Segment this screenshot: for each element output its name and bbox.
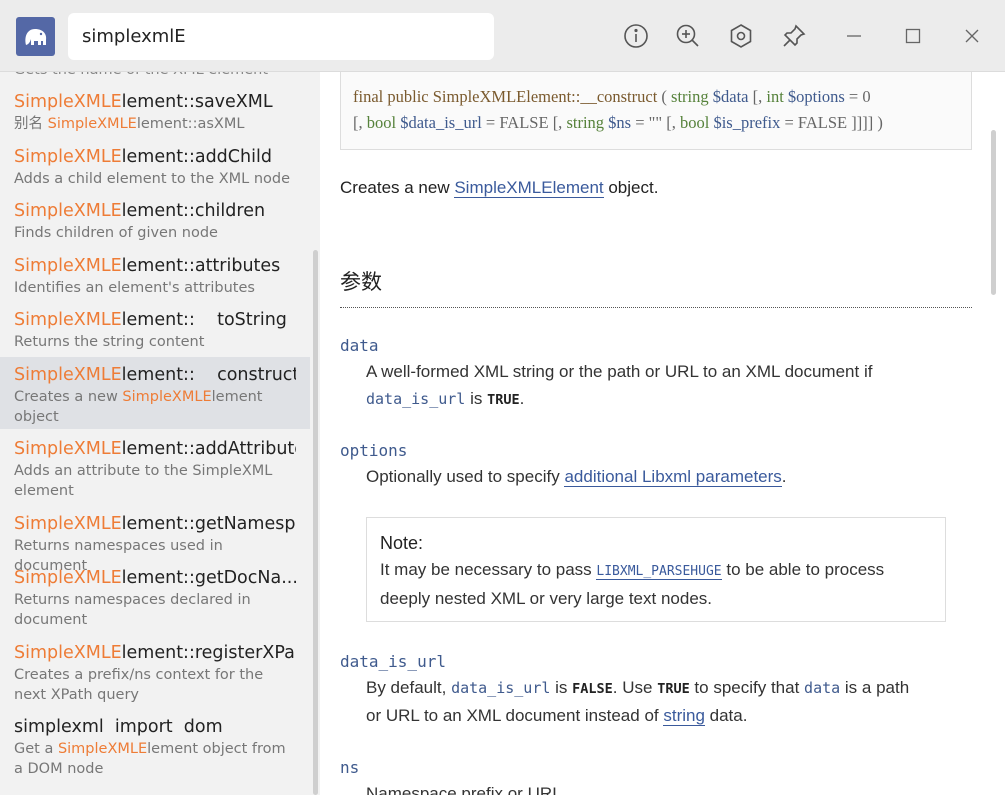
content-scrollbar[interactable] [991, 130, 996, 295]
list-item[interactable]: SimpleXMLElement::saveXML 别名 SimpleXMLEl… [0, 90, 310, 140]
list-item[interactable]: SimpleXMLElement::addAttribute Adds an a… [0, 437, 310, 507]
list-item[interactable]: SimpleXMLElement::getDocNa... Returns na… [0, 566, 310, 636]
string-type-link[interactable]: string [663, 705, 705, 726]
libxml-parameters-link[interactable]: additional Libxml parameters [564, 467, 782, 487]
info-icon[interactable] [620, 20, 652, 52]
sidebar-scrollbar[interactable] [313, 250, 318, 795]
search-input[interactable] [68, 13, 494, 60]
simplexmlelement-link[interactable]: SimpleXMLElement [454, 178, 604, 198]
param-options-desc: Optionally used to specify additional Li… [366, 467, 787, 487]
list-item-partial-desc: Gets the name of the XML element [14, 72, 268, 80]
search-results-sidebar: Gets the name of the XML element SimpleX… [0, 72, 320, 795]
param-data-is-url-desc: By default, data_is_url is FALSE. Use TR… [366, 678, 910, 726]
list-item[interactable]: SimpleXMLElement::registerXPa... Creates… [0, 641, 310, 711]
list-item[interactable]: simplexml import dom Get a SimpleXMLElem… [0, 715, 310, 785]
zoom-in-icon[interactable] [672, 20, 704, 52]
list-item[interactable]: SimpleXMLElement::children Finds childre… [0, 199, 310, 249]
list-item[interactable]: SimpleXMLElement::addChild Adds a child … [0, 145, 310, 195]
param-data-desc: A well-formed XML string or the path or … [366, 362, 873, 408]
param-options: options [340, 441, 408, 460]
param-ns: ns [340, 758, 360, 777]
section-title: 参数 [340, 266, 972, 308]
libxml-parsehuge-link[interactable]: LIBXML_PARSEHUGE [596, 564, 722, 580]
param-data: data [340, 336, 379, 355]
maximize-button[interactable] [893, 18, 933, 54]
pin-icon[interactable] [778, 20, 810, 52]
settings-icon[interactable] [725, 20, 757, 52]
param-ns-desc: Namespace prefix or URI. [366, 784, 562, 795]
close-button[interactable] [952, 18, 992, 54]
list-item-selected[interactable]: SimpleXMLElement:: construct Creates a n… [0, 357, 310, 429]
param-data-is-url: data_is_url [340, 652, 446, 671]
list-item[interactable]: SimpleXMLElement::getNamesp... Returns n… [0, 512, 310, 574]
app-logo-icon [16, 17, 55, 56]
doc-content: final public SimpleXMLElement::__constru… [320, 72, 1005, 795]
method-synopsis: final public SimpleXMLElement::__constru… [340, 72, 972, 150]
list-item[interactable]: SimpleXMLElement:: toString Returns the … [0, 308, 310, 358]
list-item[interactable]: SimpleXMLElement::attributes Identifies … [0, 254, 310, 304]
title-bar [0, 0, 1005, 72]
note-title: Note: [380, 533, 424, 553]
minimize-button[interactable] [834, 18, 874, 54]
intro-text: Creates a new SimpleXMLElement object. [340, 178, 659, 198]
note-text: It may be necessary to pass LIBXML_PARSE… [380, 560, 885, 608]
note-box: Note: It may be necessary to pass LIBXML… [366, 517, 946, 622]
